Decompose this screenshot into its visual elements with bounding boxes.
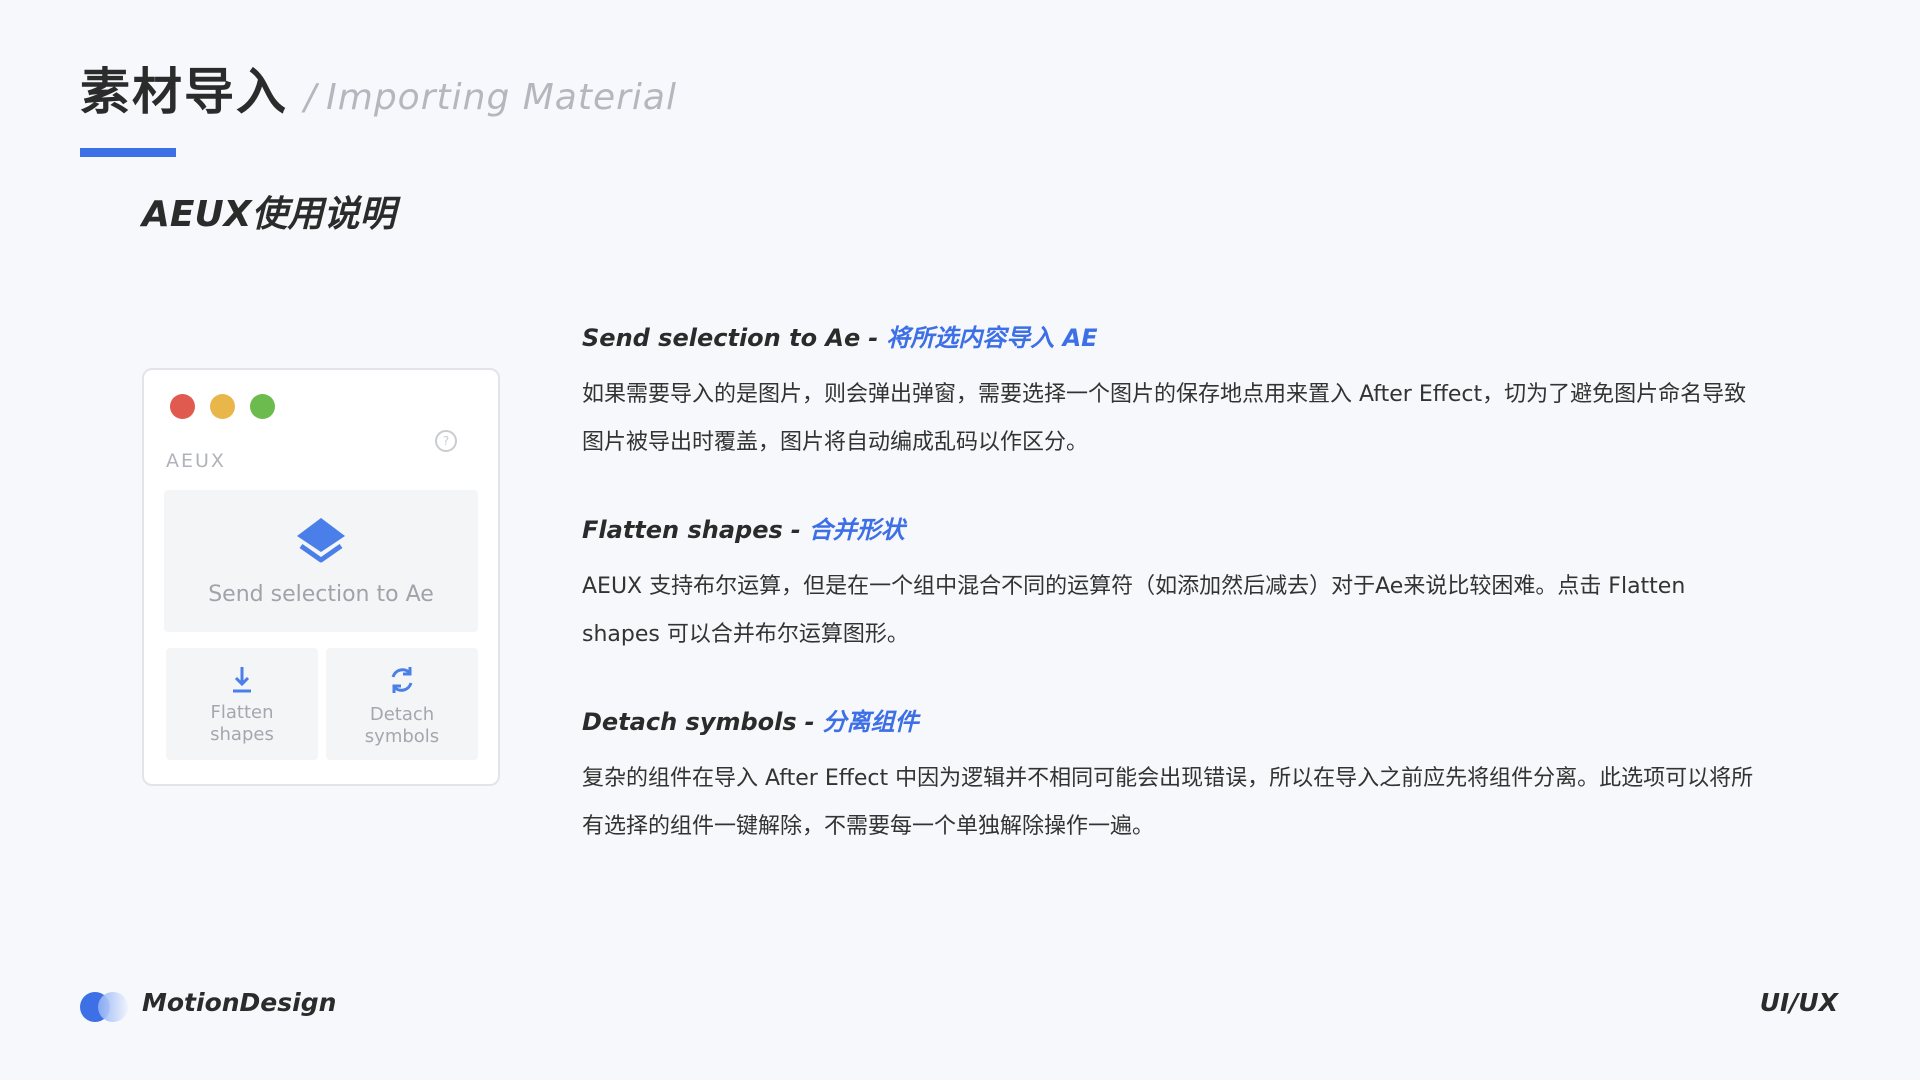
- heading-dash: -: [868, 324, 879, 352]
- layers-icon: [297, 518, 345, 563]
- send-selection-button[interactable]: Send selection to Ae: [164, 490, 478, 632]
- section-heading-en: Flatten shapes: [582, 516, 783, 544]
- brand-logo-icon: [80, 992, 130, 1022]
- page-title-group: 素材导入 / Importing Material: [80, 52, 677, 124]
- section-heading: Detach symbols - 分离组件: [582, 702, 1762, 737]
- section-body: 如果需要导入的是图片，则会弹出弹窗，需要选择一个图片的保存地点用来置入 Afte…: [582, 382, 1747, 455]
- section-body: 复杂的组件在导入 After Effect 中因为逻辑并不相同可能会出现错误，所…: [582, 766, 1754, 839]
- footer-tag: UI/UX: [1759, 988, 1838, 1017]
- help-icon[interactable]: ?: [435, 430, 457, 452]
- window-maximize-dot[interactable]: [250, 394, 275, 419]
- section-heading: Flatten shapes - 合并形状: [582, 510, 1762, 545]
- accent-bar: [80, 148, 176, 157]
- window-minimize-dot[interactable]: [210, 394, 235, 419]
- section-send-selection: Send selection to Ae - 将所选内容导入 AE 如果需要导入的是…: [582, 318, 1762, 467]
- aeux-panel: ? AEUX Send selection to Ae Flatten shap…: [142, 368, 500, 786]
- window-close-dot[interactable]: [170, 394, 195, 419]
- page-title-english: Importing Material: [326, 77, 677, 118]
- refresh-icon: [391, 667, 413, 693]
- section-heading-en: Send selection to Ae: [582, 324, 861, 352]
- page-subtitle: AEUX使用说明: [142, 194, 396, 235]
- page-title: 素材导入: [80, 63, 288, 121]
- detach-symbols-button[interactable]: Detach symbols: [326, 648, 478, 760]
- flatten-shapes-button[interactable]: Flatten shapes: [166, 648, 318, 760]
- section-flatten-shapes: Flatten shapes - 合并形状 AEUX 支持布尔运算，但是在一个组中混…: [582, 510, 1762, 659]
- section-heading-zh: 将所选内容导入 AE: [886, 324, 1098, 352]
- flatten-shapes-label: Flatten shapes: [210, 702, 274, 745]
- section-body: AEUX 支持布尔运算，但是在一个组中混合不同的运算符（如添加然后减去）对于Ae…: [582, 574, 1686, 647]
- heading-dash: -: [804, 708, 815, 736]
- send-selection-label: Send selection to Ae: [208, 582, 434, 607]
- title-separator: /: [304, 77, 317, 118]
- detach-symbols-label: Detach symbols: [364, 704, 440, 747]
- section-heading-zh: 合并形状: [808, 516, 905, 544]
- section-heading: Send selection to Ae - 将所选内容导入 AE: [582, 318, 1762, 353]
- brand-name: MotionDesign: [142, 988, 337, 1017]
- section-heading-en: Detach symbols: [582, 708, 797, 736]
- download-icon: [233, 667, 251, 693]
- heading-dash: -: [790, 516, 801, 544]
- panel-label: AEUX: [166, 450, 226, 472]
- section-detach-symbols: Detach symbols - 分离组件 复杂的组件在导入 After Effec…: [582, 702, 1762, 851]
- section-heading-zh: 分离组件: [822, 708, 919, 736]
